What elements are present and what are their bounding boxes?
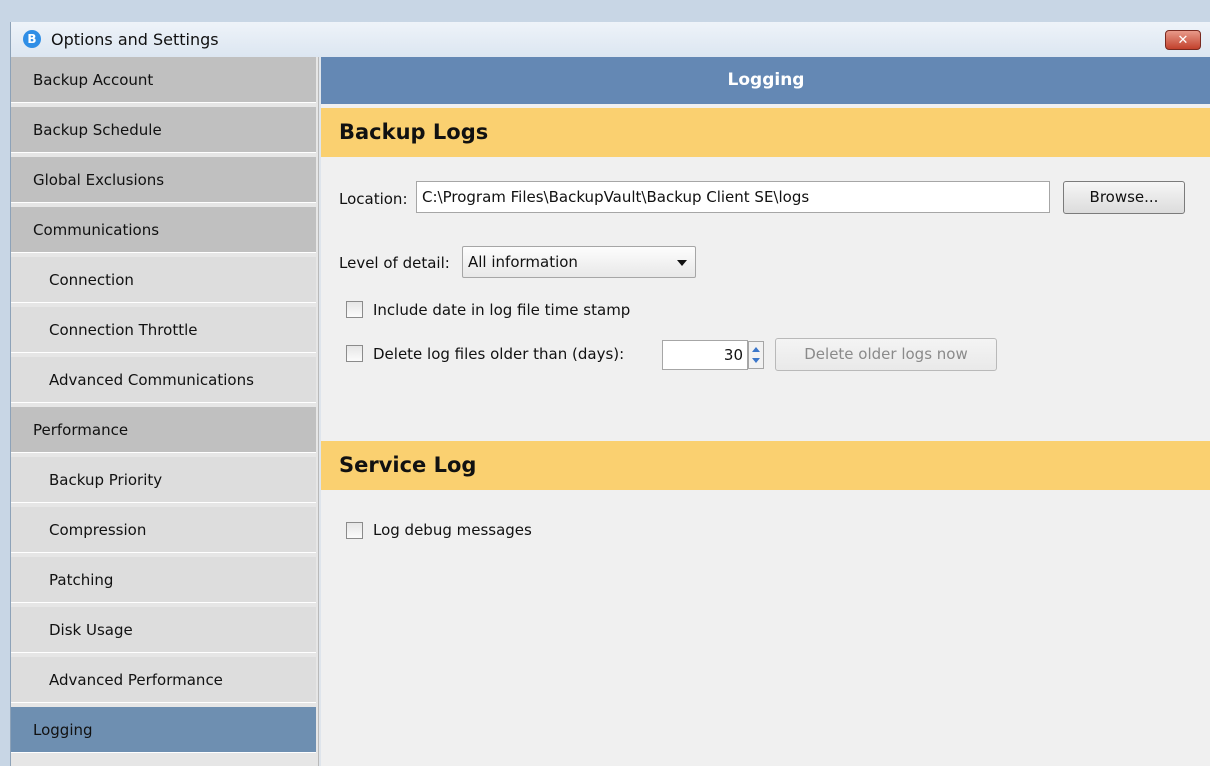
sidebar-item-backup-schedule[interactable]: Backup Schedule xyxy=(11,107,316,153)
location-label: Location: xyxy=(339,190,408,208)
chevron-down-icon xyxy=(677,260,687,266)
sidebar-item-disk-usage[interactable]: Disk Usage xyxy=(11,607,316,653)
sidebar-item-logging[interactable]: Logging xyxy=(11,707,316,753)
detail-level-select[interactable]: All information xyxy=(462,246,696,278)
sidebar-item-advanced-performance[interactable]: Advanced Performance xyxy=(11,657,316,703)
include-date-checkbox[interactable] xyxy=(346,301,363,318)
delete-older-checkbox[interactable] xyxy=(346,345,363,362)
location-input[interactable]: C:\Program Files\BackupVault\Backup Clie… xyxy=(416,181,1050,213)
title-bar[interactable]: B Options and Settings ✕ xyxy=(11,22,1210,57)
window-title: Options and Settings xyxy=(51,30,219,49)
settings-sidebar: Backup Account Backup Schedule Global Ex… xyxy=(11,57,319,766)
detail-level-label: Level of detail: xyxy=(339,254,450,272)
log-debug-checkbox[interactable] xyxy=(346,522,363,539)
sidebar-item-backup-priority[interactable]: Backup Priority xyxy=(11,457,316,503)
delete-older-label: Delete log files older than (days): xyxy=(373,345,625,363)
sidebar-item-advanced-communications[interactable]: Advanced Communications xyxy=(11,357,316,403)
include-date-label: Include date in log file time stamp xyxy=(373,301,631,319)
days-spinner-buttons[interactable] xyxy=(748,341,764,369)
delete-older-logs-now-button[interactable]: Delete older logs now xyxy=(775,338,997,371)
section-backup-logs: Backup Logs xyxy=(321,108,1210,157)
sidebar-item-performance[interactable]: Performance xyxy=(11,407,316,453)
days-spinner-input[interactable]: 30 xyxy=(662,340,748,370)
sidebar-item-patching[interactable]: Patching xyxy=(11,557,316,603)
browse-button[interactable]: Browse... xyxy=(1063,181,1185,214)
log-debug-label: Log debug messages xyxy=(373,521,532,539)
section-service-log: Service Log xyxy=(321,441,1210,490)
spin-down-icon[interactable] xyxy=(752,358,760,363)
sidebar-item-connection[interactable]: Connection xyxy=(11,257,316,303)
sidebar-item-connection-throttle[interactable]: Connection Throttle xyxy=(11,307,316,353)
close-button[interactable]: ✕ xyxy=(1165,30,1201,50)
spin-up-icon[interactable] xyxy=(752,347,760,352)
settings-panel: Logging Backup Logs Location: C:\Program… xyxy=(321,57,1210,766)
sidebar-item-communications[interactable]: Communications xyxy=(11,207,316,253)
sidebar-item-compression[interactable]: Compression xyxy=(11,507,316,553)
detail-level-value: All information xyxy=(468,253,578,271)
page-title: Logging xyxy=(321,57,1210,104)
app-logo-icon: B xyxy=(23,30,41,48)
options-window: B Options and Settings ✕ Backup Account … xyxy=(10,22,1210,766)
sidebar-item-global-exclusions[interactable]: Global Exclusions xyxy=(11,157,316,203)
sidebar-item-backup-account[interactable]: Backup Account xyxy=(11,57,316,103)
